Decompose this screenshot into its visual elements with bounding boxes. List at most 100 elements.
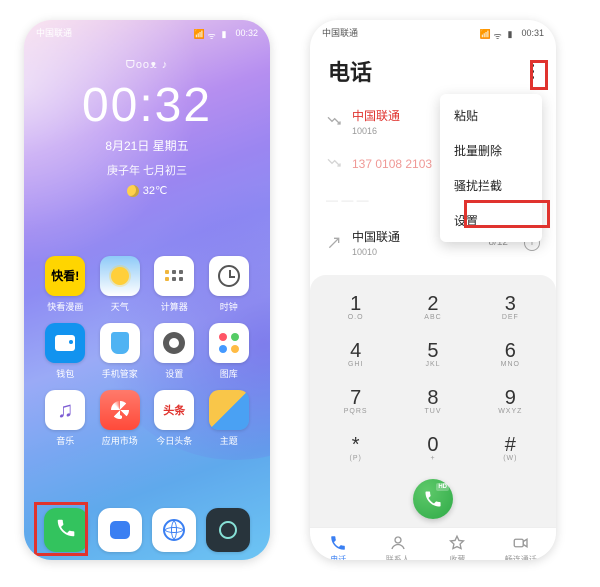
app-toutiao[interactable]: 头条 今日头条 [147,390,202,447]
app-label: 天气 [111,300,129,313]
browser-app-icon[interactable] [152,508,196,552]
status-bar: 中国联通 📶 ᯤ ▮ 00:31 [310,20,556,41]
key-2[interactable]: 2ABC [397,285,468,330]
widget-time: 00:32 [24,78,270,133]
signal-icon: 📶 [193,29,203,37]
tab-label: 联系人 [386,554,410,560]
bottom-nav: 电话 联系人 收藏 畅连通话 [310,527,556,560]
weather-icon [100,256,140,296]
menu-paste[interactable]: 粘贴 [440,98,542,133]
gallery-icon [209,323,249,363]
app-label: 音乐 [56,434,74,447]
key-8[interactable]: 8TUV [397,379,468,424]
phone-app-icon[interactable] [44,508,88,552]
camera-icon [219,521,237,539]
widget-cloud-icon: ᗜooᴥ ♪ [24,59,270,72]
app-weather[interactable]: 天气 [93,256,148,313]
status-bar: 中国联通 📶 ᯤ ▮ 00:32 [24,20,270,41]
app-label: 图库 [220,367,238,380]
chat-icon [110,521,130,539]
messages-app-icon[interactable] [98,508,142,552]
battery-icon: ▮ [507,29,517,37]
key-6[interactable]: 6MNO [475,332,546,377]
hd-badge: HD [436,483,449,491]
missed-call-icon [326,114,342,130]
music-icon: ♫ [45,390,85,430]
key-4[interactable]: 4GHI [320,332,391,377]
app-music[interactable]: ♫ 音乐 [38,390,93,447]
widget-date: 8月21日 星期五 [24,137,270,154]
app-clock[interactable]: 时钟 [202,256,257,313]
key-1[interactable]: 1O.O [320,285,391,330]
wifi-icon: ᯤ [207,29,217,37]
dialpad: 1O.O 2ABC 3DEF 4GHI 5JKL 6MNO 7PQRS 8TUV… [310,275,556,475]
status-time: 00:31 [521,28,544,38]
phone-home-screen: 中国联通 📶 ᯤ ▮ 00:32 ᗜooᴥ ♪ 00:32 8月21日 星期五 … [24,20,270,560]
kuaikan-icon: 快看! [45,256,85,296]
carrier-label: 中国联通 [322,26,358,39]
calculator-icon [154,256,194,296]
app-label: 时钟 [220,300,238,313]
tab-label: 收藏 [449,554,465,560]
tab-favorites[interactable]: 收藏 [448,534,466,560]
status-time: 00:32 [235,28,258,38]
app-wallet[interactable]: 钱包 [38,323,93,380]
dial-actions: HD [310,475,556,527]
app-label: 应用市场 [102,434,138,447]
tab-contacts[interactable]: 联系人 [386,534,410,560]
tab-phone[interactable]: 电话 [329,534,347,560]
app-label: 设置 [165,367,183,380]
key-hash[interactable]: #(W) [475,426,546,471]
key-3[interactable]: 3DEF [475,285,546,330]
tab-videocall[interactable]: 畅连通话 [505,534,537,560]
app-label: 计算器 [161,300,188,313]
wifi-icon: ᯤ [493,29,503,37]
app-grid: 快看! 快看漫画 天气 计算器 时钟 钱包 [24,256,270,447]
clock-widget[interactable]: ᗜooᴥ ♪ 00:32 8月21日 星期五 庚子年 七月初三 32℃ [24,59,270,200]
battery-icon: ▮ [221,29,231,37]
phone-dialer-screen: 中国联通 📶 ᯤ ▮ 00:31 电话 粘贴 批量删除 骚扰拦截 设置 [310,20,556,560]
clock-icon [209,256,249,296]
outgoing-call-icon [326,235,342,251]
key-5[interactable]: 5JKL [397,332,468,377]
gear-icon [154,323,194,363]
menu-settings[interactable]: 设置 [440,203,542,238]
app-label: 手机管家 [102,367,138,380]
key-9[interactable]: 9WXYZ [475,379,546,424]
caller-number: 10010 [352,247,479,257]
key-star[interactable]: *(P) [320,426,391,471]
shield-icon [100,323,140,363]
app-label: 主题 [220,434,238,447]
app-appmarket[interactable]: 应用市场 [93,390,148,447]
app-label: 钱包 [56,367,74,380]
app-guard[interactable]: 手机管家 [93,323,148,380]
carrier-label: 中国联通 [36,26,72,39]
page-title: 电话 [328,55,372,87]
tab-label: 电话 [330,554,346,560]
huawei-icon [100,390,140,430]
app-themes[interactable]: 主题 [202,390,257,447]
handset-icon [55,517,77,544]
menu-block-spam[interactable]: 骚扰拦截 [440,168,542,203]
tab-label: 畅连通话 [505,554,537,560]
globe-icon [163,519,185,541]
widget-temp: 32℃ [143,184,168,197]
signal-icon: 📶 [479,29,489,37]
moon-icon [127,185,139,197]
app-gallery[interactable]: 图库 [202,323,257,380]
widget-weather: 32℃ [127,184,168,197]
app-calculator[interactable]: 计算器 [147,256,202,313]
toutiao-icon: 头条 [154,390,194,430]
app-label: 快看漫画 [47,300,83,313]
key-0[interactable]: 0+ [397,426,468,471]
missed-call-icon [326,156,342,172]
camera-app-icon[interactable] [206,508,250,552]
menu-batch-delete[interactable]: 批量删除 [440,133,542,168]
dock [24,508,270,552]
more-menu-button[interactable] [527,60,538,83]
call-button[interactable]: HD [413,479,453,519]
app-settings[interactable]: 设置 [147,323,202,380]
theme-icon [209,390,249,430]
app-kuaikan[interactable]: 快看! 快看漫画 [38,256,93,313]
key-7[interactable]: 7PQRS [320,379,391,424]
